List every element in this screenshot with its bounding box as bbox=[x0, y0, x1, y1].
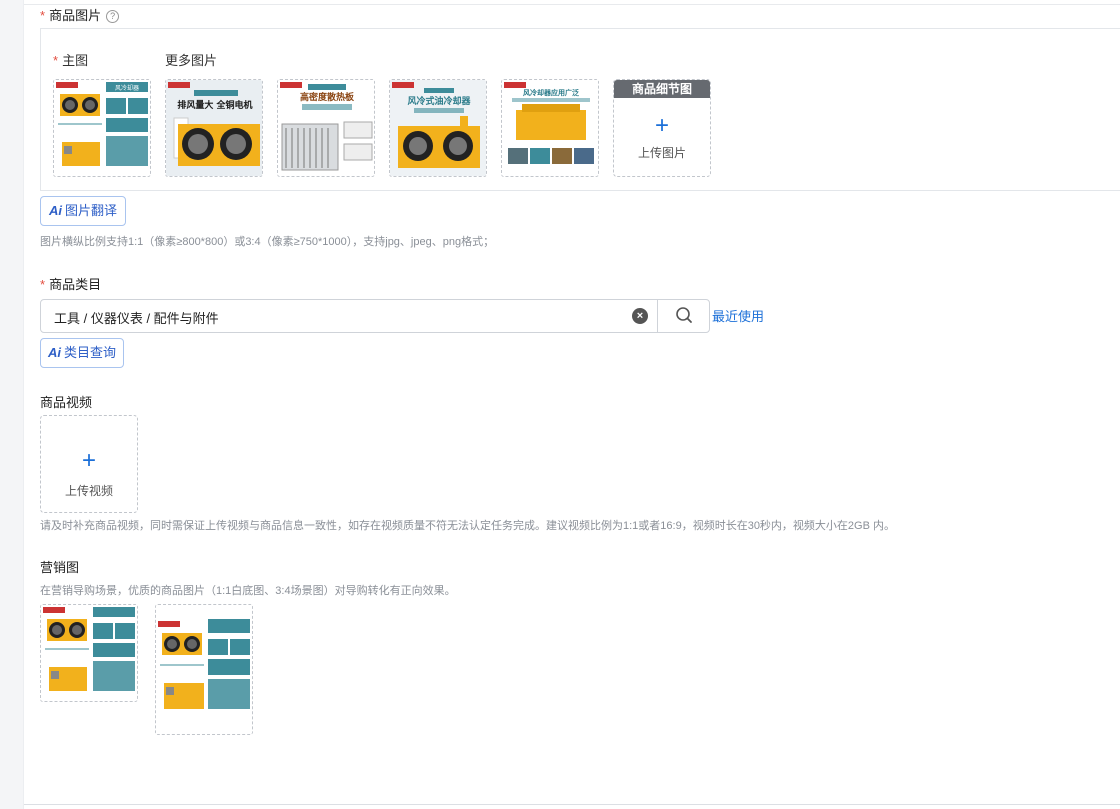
main-image-label-text: 主图 bbox=[62, 53, 89, 68]
help-icon[interactable]: ? bbox=[106, 10, 120, 23]
image-format-hint: 图片横纵比例支持1:1（像素≥800*800）或3:4（像素≥750*1000）… bbox=[40, 236, 495, 248]
category-value: 工具 / 仪器仪表 / 配件与附件 bbox=[54, 311, 219, 326]
search-icon bbox=[676, 307, 692, 323]
ai-image-translate-button[interactable]: Ai 图片翻译 bbox=[40, 196, 127, 226]
product-thumb-2-image: 排风量大 全铜电机 bbox=[166, 80, 262, 176]
upload-video-label: 上传视频 bbox=[64, 484, 113, 498]
top-divider bbox=[24, 4, 1120, 5]
product-thumb-4-image: 风冷式油冷却器 bbox=[390, 80, 486, 176]
ai-icon: Ai bbox=[48, 345, 61, 360]
product-thumb-4[interactable]: 风冷式油冷却器 bbox=[389, 79, 487, 177]
recent-used-link[interactable]: 最近使用 bbox=[712, 306, 764, 325]
product-thumb-2[interactable]: 排风量大 全铜电机 bbox=[165, 79, 263, 177]
thumb-header-text: 高密度散热板 bbox=[300, 91, 355, 103]
thumb-header-text: 风冷却器应用广泛 bbox=[523, 88, 579, 97]
more-images-label: 更多图片 bbox=[165, 53, 218, 68]
video-label: 商品视频 bbox=[40, 395, 93, 410]
plus-icon: + bbox=[81, 447, 96, 474]
plus-icon: + bbox=[654, 112, 669, 139]
required-mark: * bbox=[53, 53, 59, 68]
product-thumb-5-image: 风冷却器应用广泛 bbox=[502, 80, 598, 176]
product-images-label-text: 商品图片 bbox=[49, 8, 102, 23]
product-images-panel: * 主图 更多图片 风冷却器 排风量大 全铜电机 高密度散热板 风冷式油冷却器 … bbox=[40, 28, 1120, 191]
product-images-label: * 商品图片? bbox=[40, 5, 120, 24]
bottom-divider bbox=[24, 804, 1120, 805]
required-mark: * bbox=[40, 277, 46, 292]
category-label: * 商品类目 bbox=[40, 274, 101, 293]
product-thumb-5[interactable]: 风冷却器应用广泛 bbox=[501, 79, 599, 177]
marketing-image-square[interactable] bbox=[40, 604, 138, 702]
category-select[interactable]: 工具 / 仪器仪表 / 配件与附件 × bbox=[40, 299, 710, 333]
thumb-header-text: 排风量大 全铜电机 bbox=[177, 99, 252, 111]
product-thumb-main[interactable]: 风冷却器 bbox=[53, 79, 151, 177]
marketing-image-square-picture bbox=[41, 605, 137, 701]
left-rail bbox=[0, 0, 24, 809]
category-search-button[interactable] bbox=[657, 300, 710, 332]
ai-category-query-label: 类目查询 bbox=[64, 345, 117, 360]
thumb-header-text: 风冷式油冷却器 bbox=[407, 95, 471, 107]
upload-image-label: 上传图片 bbox=[637, 146, 686, 160]
video-hint: 请及时补充商品视频，同时需保证上传视频与商品信息一致性，如存在视频质量不符无法认… bbox=[40, 520, 895, 532]
video-upload[interactable]: + 上传视频 bbox=[40, 415, 138, 513]
marketing-image-portrait-picture bbox=[156, 605, 252, 734]
product-thumb-3-image: 高密度散热板 bbox=[278, 80, 374, 176]
detail-image-upload[interactable]: 商品细节图 + 上传图片 bbox=[613, 79, 711, 177]
category-label-text: 商品类目 bbox=[49, 277, 102, 292]
clear-icon[interactable]: × bbox=[632, 308, 648, 324]
ai-icon: Ai bbox=[49, 203, 62, 218]
required-mark: * bbox=[40, 8, 46, 23]
marketing-image-portrait[interactable] bbox=[155, 604, 253, 735]
product-thumb-main-image: 风冷却器 bbox=[54, 80, 150, 176]
detail-image-header: 商品细节图 bbox=[614, 80, 710, 98]
marketing-hint: 在营销导购场景，优质的商品图片（1:1白底图、3:4场景图）对导购转化有正向效果… bbox=[40, 585, 456, 597]
ai-category-query-button[interactable]: Ai 类目查询 bbox=[40, 338, 125, 368]
main-image-label: * 主图 bbox=[53, 50, 88, 69]
product-thumb-3[interactable]: 高密度散热板 bbox=[277, 79, 375, 177]
thumb-header-text: 风冷却器 bbox=[115, 84, 139, 92]
marketing-label: 营销图 bbox=[40, 560, 80, 575]
ai-image-translate-label: 图片翻译 bbox=[65, 203, 118, 218]
